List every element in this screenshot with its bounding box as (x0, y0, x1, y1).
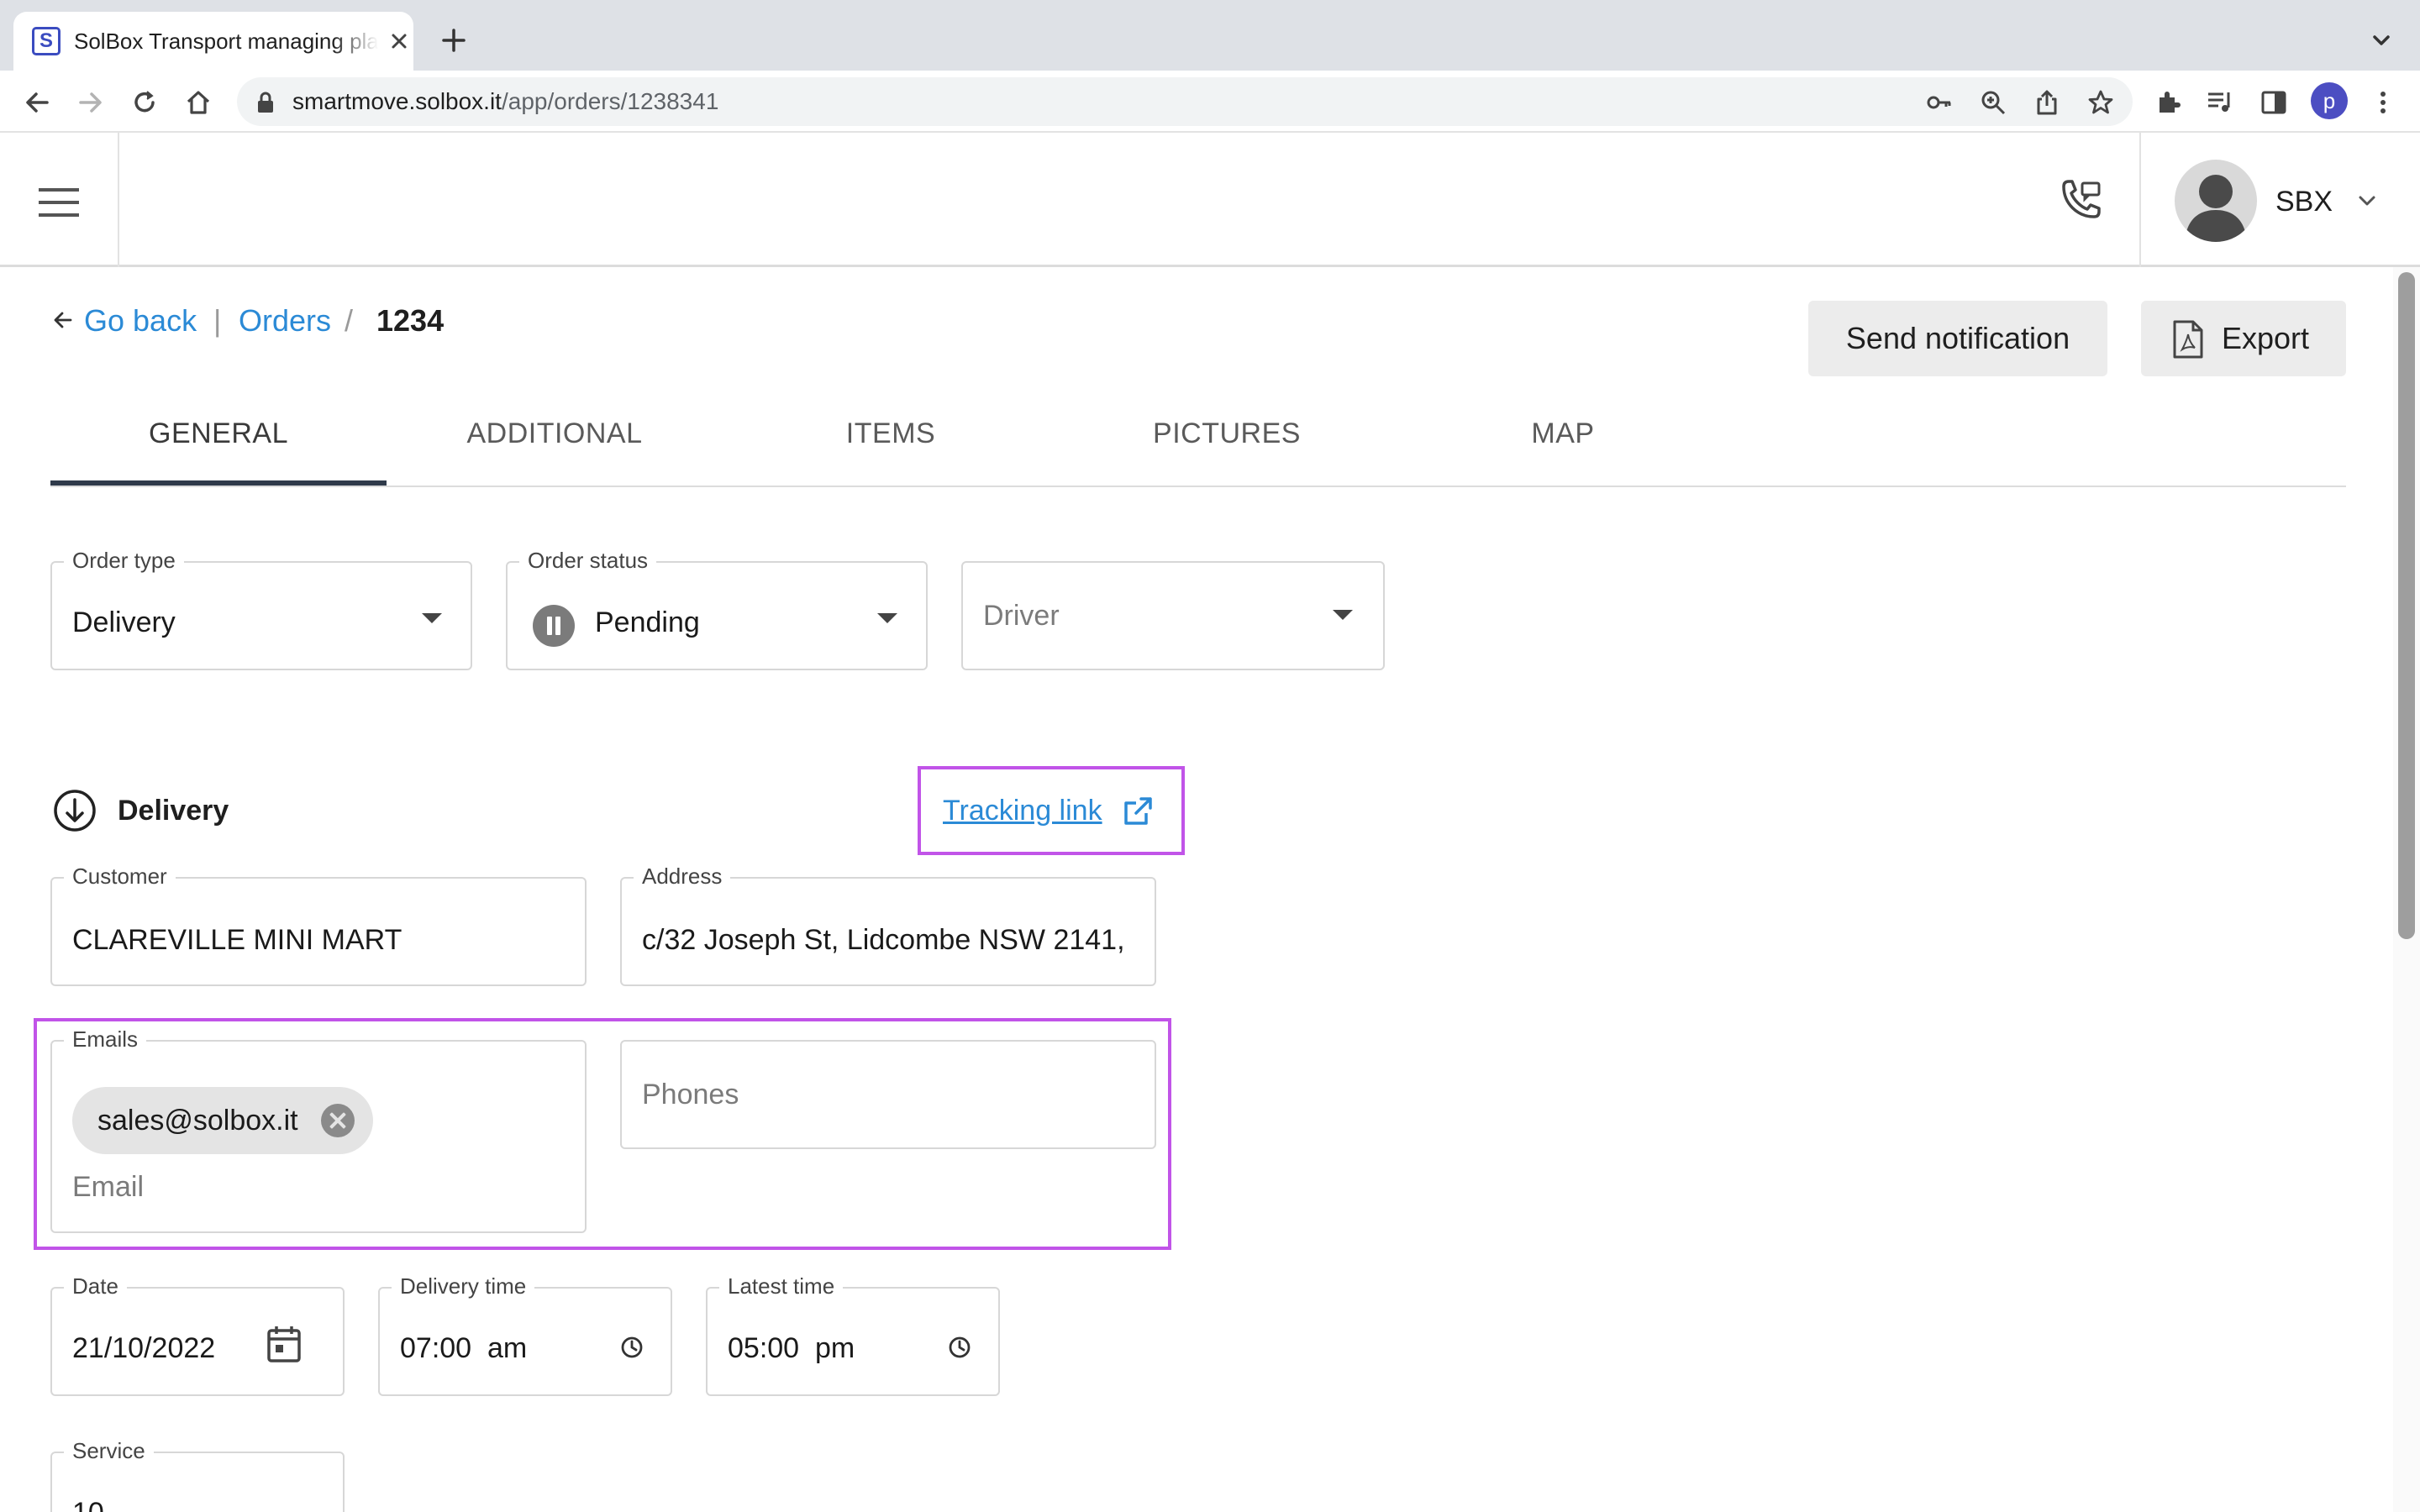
phone-call-icon[interactable] (2057, 178, 2104, 225)
solbox-favicon-icon: S (32, 27, 60, 55)
order-type-select[interactable]: Order type Delivery (50, 546, 472, 670)
forward-icon[interactable] (76, 87, 106, 118)
extensions-icon[interactable] (2153, 87, 2183, 118)
lock-icon (258, 92, 273, 113)
address-bar[interactable]: smartmove.solbox.it/app/orders/1238341 (237, 77, 2133, 126)
emails-label: Emails (64, 1025, 147, 1053)
external-link-icon[interactable] (1121, 795, 1155, 828)
email-chip[interactable]: sales@solbox.it (72, 1087, 373, 1154)
tracking-link[interactable]: Tracking link (943, 793, 1102, 828)
back-arrow-icon[interactable] (52, 309, 74, 331)
latest-time-field[interactable]: Latest time 05:00 pm (706, 1272, 1000, 1396)
url-path: /app/orders/1238341 (501, 88, 719, 114)
home-icon[interactable] (183, 87, 213, 118)
phones-placeholder: Phones (642, 1079, 739, 1110)
customer-value: CLAREVILLE MINI MART (72, 924, 402, 956)
send-notification-button[interactable]: Send notification (1808, 301, 2107, 376)
tab-active-indicator (50, 480, 387, 486)
tab-search-chevron-icon[interactable] (2368, 27, 2395, 54)
app-header: SBX (0, 133, 2420, 267)
breadcrumb-current: 1234 (376, 303, 445, 338)
order-type-label: Order type (64, 546, 184, 575)
email-chip-label: sales@solbox.it (97, 1105, 298, 1137)
tab-general[interactable]: GENERAL (50, 415, 387, 452)
remove-chip-icon[interactable] (321, 1104, 355, 1137)
date-label: Date (64, 1272, 127, 1300)
browser-tabstrip: S SolBox Transport managing platform (0, 0, 2420, 71)
pause-status-icon (533, 605, 575, 647)
delivery-time-label: Delivery time (392, 1272, 535, 1300)
delivery-time-value: 07:00 am (400, 1332, 528, 1364)
address-field[interactable]: Address c/32 Joseph St, Lidcombe NSW 214… (620, 862, 1156, 986)
phones-field[interactable]: Phones (620, 1040, 1156, 1149)
tab-map[interactable]: MAP (1395, 415, 1731, 452)
driver-placeholder: Driver (983, 600, 1060, 632)
customer-field[interactable]: Customer CLAREVILLE MINI MART (50, 862, 587, 986)
dropdown-arrow-icon (1333, 610, 1353, 620)
tab-items[interactable]: ITEMS (723, 415, 1059, 452)
back-icon[interactable] (22, 87, 52, 118)
latest-time-value: 05:00 pm (728, 1332, 855, 1364)
side-panel-icon[interactable] (2259, 87, 2289, 118)
screen: S SolBox Transport managing platform sma… (0, 0, 2420, 1512)
go-back-link[interactable]: Go back (84, 302, 197, 339)
close-tab-icon[interactable] (387, 29, 412, 54)
reload-icon[interactable] (129, 87, 160, 118)
service-label: Service (64, 1436, 154, 1465)
dropdown-arrow-icon (422, 613, 442, 623)
calendar-icon[interactable] (266, 1324, 302, 1364)
pdf-file-icon (2173, 320, 2203, 359)
order-status-label: Order status (519, 546, 657, 575)
customer-label: Customer (64, 862, 176, 890)
header-divider (118, 133, 119, 267)
share-icon[interactable] (2033, 89, 2060, 116)
order-status-select[interactable]: Order status Pending (506, 546, 928, 670)
media-control-icon[interactable] (2205, 87, 2235, 118)
user-avatar[interactable] (2175, 160, 2257, 242)
export-button[interactable]: Export (2141, 301, 2346, 376)
driver-select[interactable]: Driver (961, 561, 1385, 670)
browser-menu-icon[interactable] (2368, 87, 2398, 118)
tab-additional[interactable]: ADDITIONAL (387, 415, 723, 452)
date-field[interactable]: Date 21/10/2022 (50, 1272, 345, 1396)
delivery-section-title: Delivery (118, 795, 229, 827)
address-value: c/32 Joseph St, Lidcombe NSW 2141, (642, 924, 1125, 956)
url-host: smartmove.solbox.it (292, 88, 502, 114)
new-tab-icon[interactable] (437, 24, 471, 57)
browser-profile-avatar[interactable]: p (2311, 82, 2348, 119)
tab-pictures[interactable]: PICTURES (1059, 415, 1395, 452)
order-status-value: Pending (595, 606, 700, 638)
user-silhouette-icon (2185, 175, 2247, 242)
breadcrumb-separator: / (345, 303, 354, 338)
breadcrumb-separator: | (213, 303, 222, 338)
delivery-time-field[interactable]: Delivery time 07:00 am (378, 1272, 672, 1396)
hamburger-menu-icon[interactable] (37, 186, 81, 218)
bookmark-star-icon[interactable] (2087, 89, 2114, 116)
clock-icon[interactable] (948, 1336, 971, 1359)
orders-link[interactable]: Orders (239, 302, 331, 339)
order-type-value: Delivery (72, 606, 176, 638)
latest-time-label: Latest time (719, 1272, 844, 1300)
clock-icon[interactable] (620, 1336, 644, 1359)
email-input[interactable]: Email (72, 1169, 144, 1205)
user-name[interactable]: SBX (2275, 185, 2333, 218)
browser-tab[interactable]: S SolBox Transport managing platform (13, 12, 413, 71)
download-circle-icon (54, 790, 96, 832)
scrollbar-thumb[interactable] (2398, 272, 2415, 939)
dropdown-arrow-icon (877, 613, 897, 623)
tabs-divider (50, 486, 2346, 487)
service-field[interactable]: Service 10 (50, 1436, 345, 1512)
service-value: 10 (72, 1495, 104, 1512)
address-label: Address (634, 862, 731, 890)
chevron-down-icon[interactable] (2354, 188, 2380, 213)
key-icon[interactable] (1926, 89, 1953, 116)
tab-title: SolBox Transport managing platform (74, 29, 378, 54)
browser-toolbar: smartmove.solbox.it/app/orders/1238341 p (0, 71, 2420, 133)
url-text: smartmove.solbox.it/app/orders/1238341 (292, 87, 718, 116)
export-label: Export (2222, 321, 2310, 355)
date-value: 21/10/2022 (72, 1332, 216, 1364)
zoom-icon[interactable] (1980, 89, 2007, 116)
header-divider (2139, 133, 2141, 267)
